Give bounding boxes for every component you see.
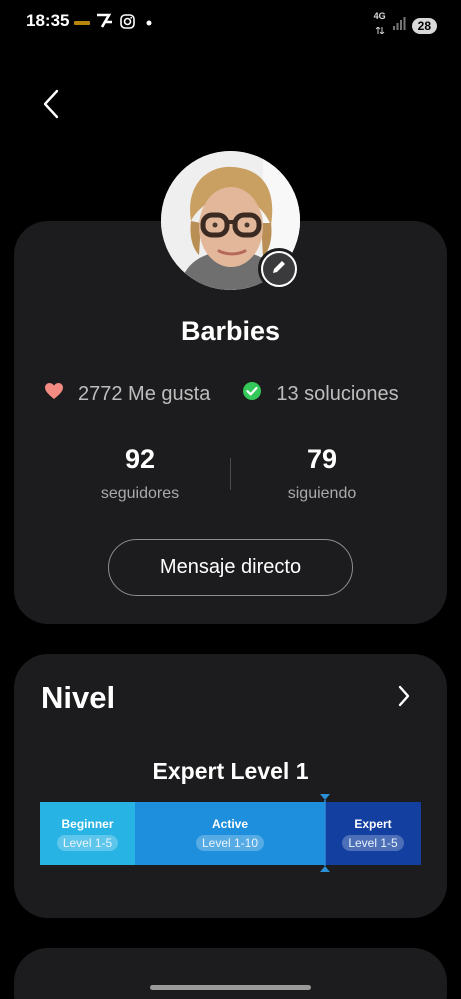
network-label: 4G xyxy=(373,11,386,21)
status-right: 4G 28 xyxy=(374,12,437,39)
level-section-title: Nivel xyxy=(41,680,116,715)
segment-name: Expert xyxy=(354,816,392,831)
chevron-right-icon xyxy=(398,685,410,712)
solutions-stat: 13 soluciones xyxy=(242,381,399,407)
dot-icon xyxy=(141,15,155,33)
home-indicator[interactable] xyxy=(150,985,311,990)
current-level: Expert Level 1 xyxy=(152,758,309,784)
following-count: 79 xyxy=(306,444,338,474)
avatar-container xyxy=(161,151,300,290)
app-logo-icon xyxy=(96,13,114,34)
status-bar: 18:35 4G 28 xyxy=(0,0,461,44)
followers-count: 92 xyxy=(124,444,156,474)
app-notification-icon xyxy=(74,15,90,33)
following-label: siguiendo xyxy=(287,485,357,502)
status-time: 18:35 xyxy=(26,11,70,30)
following-stat[interactable]: 79 siguiendo xyxy=(232,444,412,503)
battery-indicator: 28 xyxy=(411,17,437,34)
chevron-left-icon xyxy=(43,89,59,124)
level-details-button[interactable] xyxy=(394,684,414,712)
segment-range: Level 1-5 xyxy=(342,834,404,851)
segment-name: Beginner xyxy=(61,816,114,831)
followers-stat[interactable]: 92 seguidores xyxy=(50,444,230,503)
signal-icon xyxy=(392,16,406,35)
data-arrows-icon xyxy=(375,21,385,39)
pencil-icon xyxy=(270,258,288,281)
level-segment-expert: Expert Level 1-5 xyxy=(325,802,421,865)
level-segment-active: Active Level 1-10 xyxy=(135,802,325,865)
likes-stat: 2772 Me gusta xyxy=(44,382,210,406)
level-progress-bar: Beginner Level 1-5 Active Level 1-10 Exp… xyxy=(40,802,421,865)
followers-label: seguidores xyxy=(100,485,180,502)
edit-avatar-button[interactable] xyxy=(258,248,300,290)
segment-range: Level 1-5 xyxy=(56,834,119,851)
notification-icons xyxy=(74,13,155,34)
level-position-marker xyxy=(320,794,330,872)
follow-divider xyxy=(230,458,231,490)
back-button[interactable] xyxy=(36,88,66,124)
direct-message-button[interactable]: Mensaje directo xyxy=(108,539,353,596)
user-name: Barbies xyxy=(180,316,281,346)
next-section-card xyxy=(14,948,447,999)
heart-icon xyxy=(44,382,64,406)
solutions-count: 13 soluciones xyxy=(276,382,399,405)
segment-name: Active xyxy=(211,816,249,831)
level-segment-beginner: Beginner Level 1-5 xyxy=(40,802,135,865)
check-circle-icon xyxy=(242,381,262,407)
instagram-icon xyxy=(120,13,135,34)
segment-range: Level 1-10 xyxy=(195,834,265,851)
likes-count: 2772 Me gusta xyxy=(78,382,211,405)
edit-badge-inner xyxy=(263,253,295,285)
profile-stats: 2772 Me gusta 13 soluciones xyxy=(44,381,399,407)
